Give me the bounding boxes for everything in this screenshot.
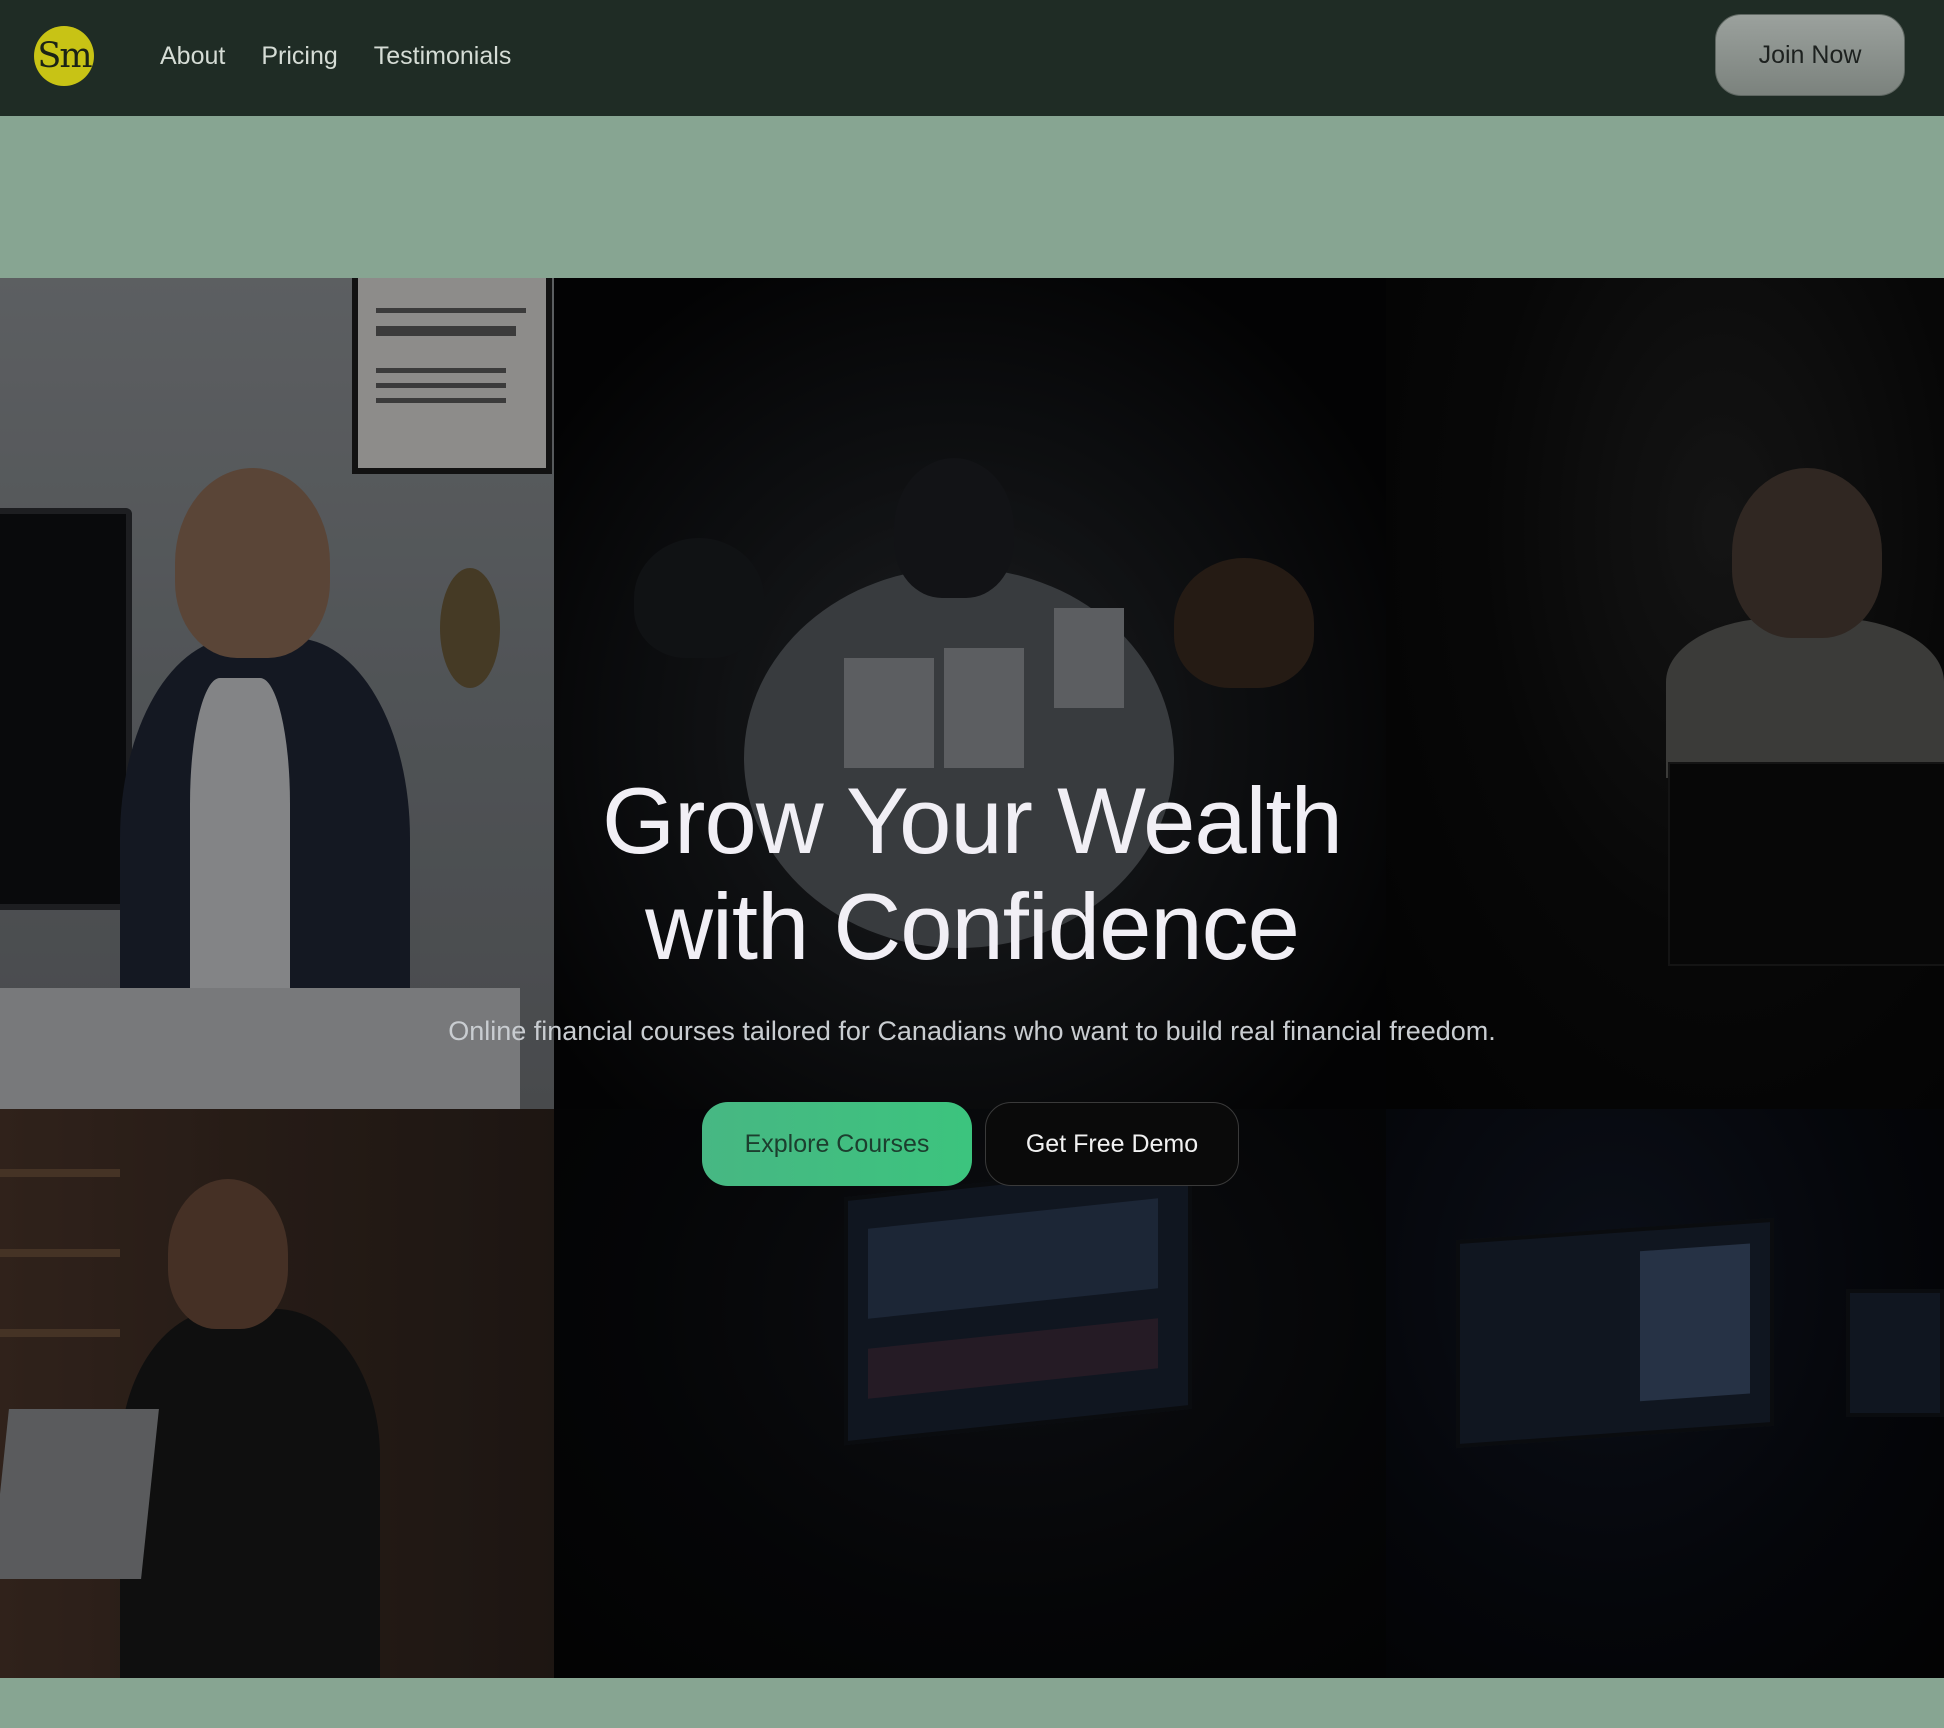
hero-subtitle: Online financial courses tailored for Ca… bbox=[448, 1016, 1496, 1046]
hero-section: Grow Your Wealth with Confidence Online … bbox=[0, 278, 1944, 1678]
top-navbar: Sm About Pricing Testimonials Join Now bbox=[0, 0, 1944, 116]
nav-link-about[interactable]: About bbox=[160, 38, 225, 74]
nav-links: About Pricing Testimonials bbox=[160, 38, 511, 74]
hero-title-line-1: Grow Your Wealth bbox=[602, 768, 1343, 873]
hero-title-line-2: with Confidence bbox=[645, 874, 1300, 979]
nav-link-testimonials[interactable]: Testimonials bbox=[374, 38, 512, 74]
hero-title: Grow Your Wealth with Confidence bbox=[0, 768, 1944, 980]
nav-link-pricing[interactable]: Pricing bbox=[261, 38, 337, 74]
join-now-button[interactable]: Join Now bbox=[1715, 14, 1905, 96]
get-free-demo-button[interactable]: Get Free Demo bbox=[985, 1102, 1239, 1186]
explore-courses-button[interactable]: Explore Courses bbox=[702, 1102, 972, 1186]
logo[interactable]: Sm bbox=[34, 26, 94, 86]
